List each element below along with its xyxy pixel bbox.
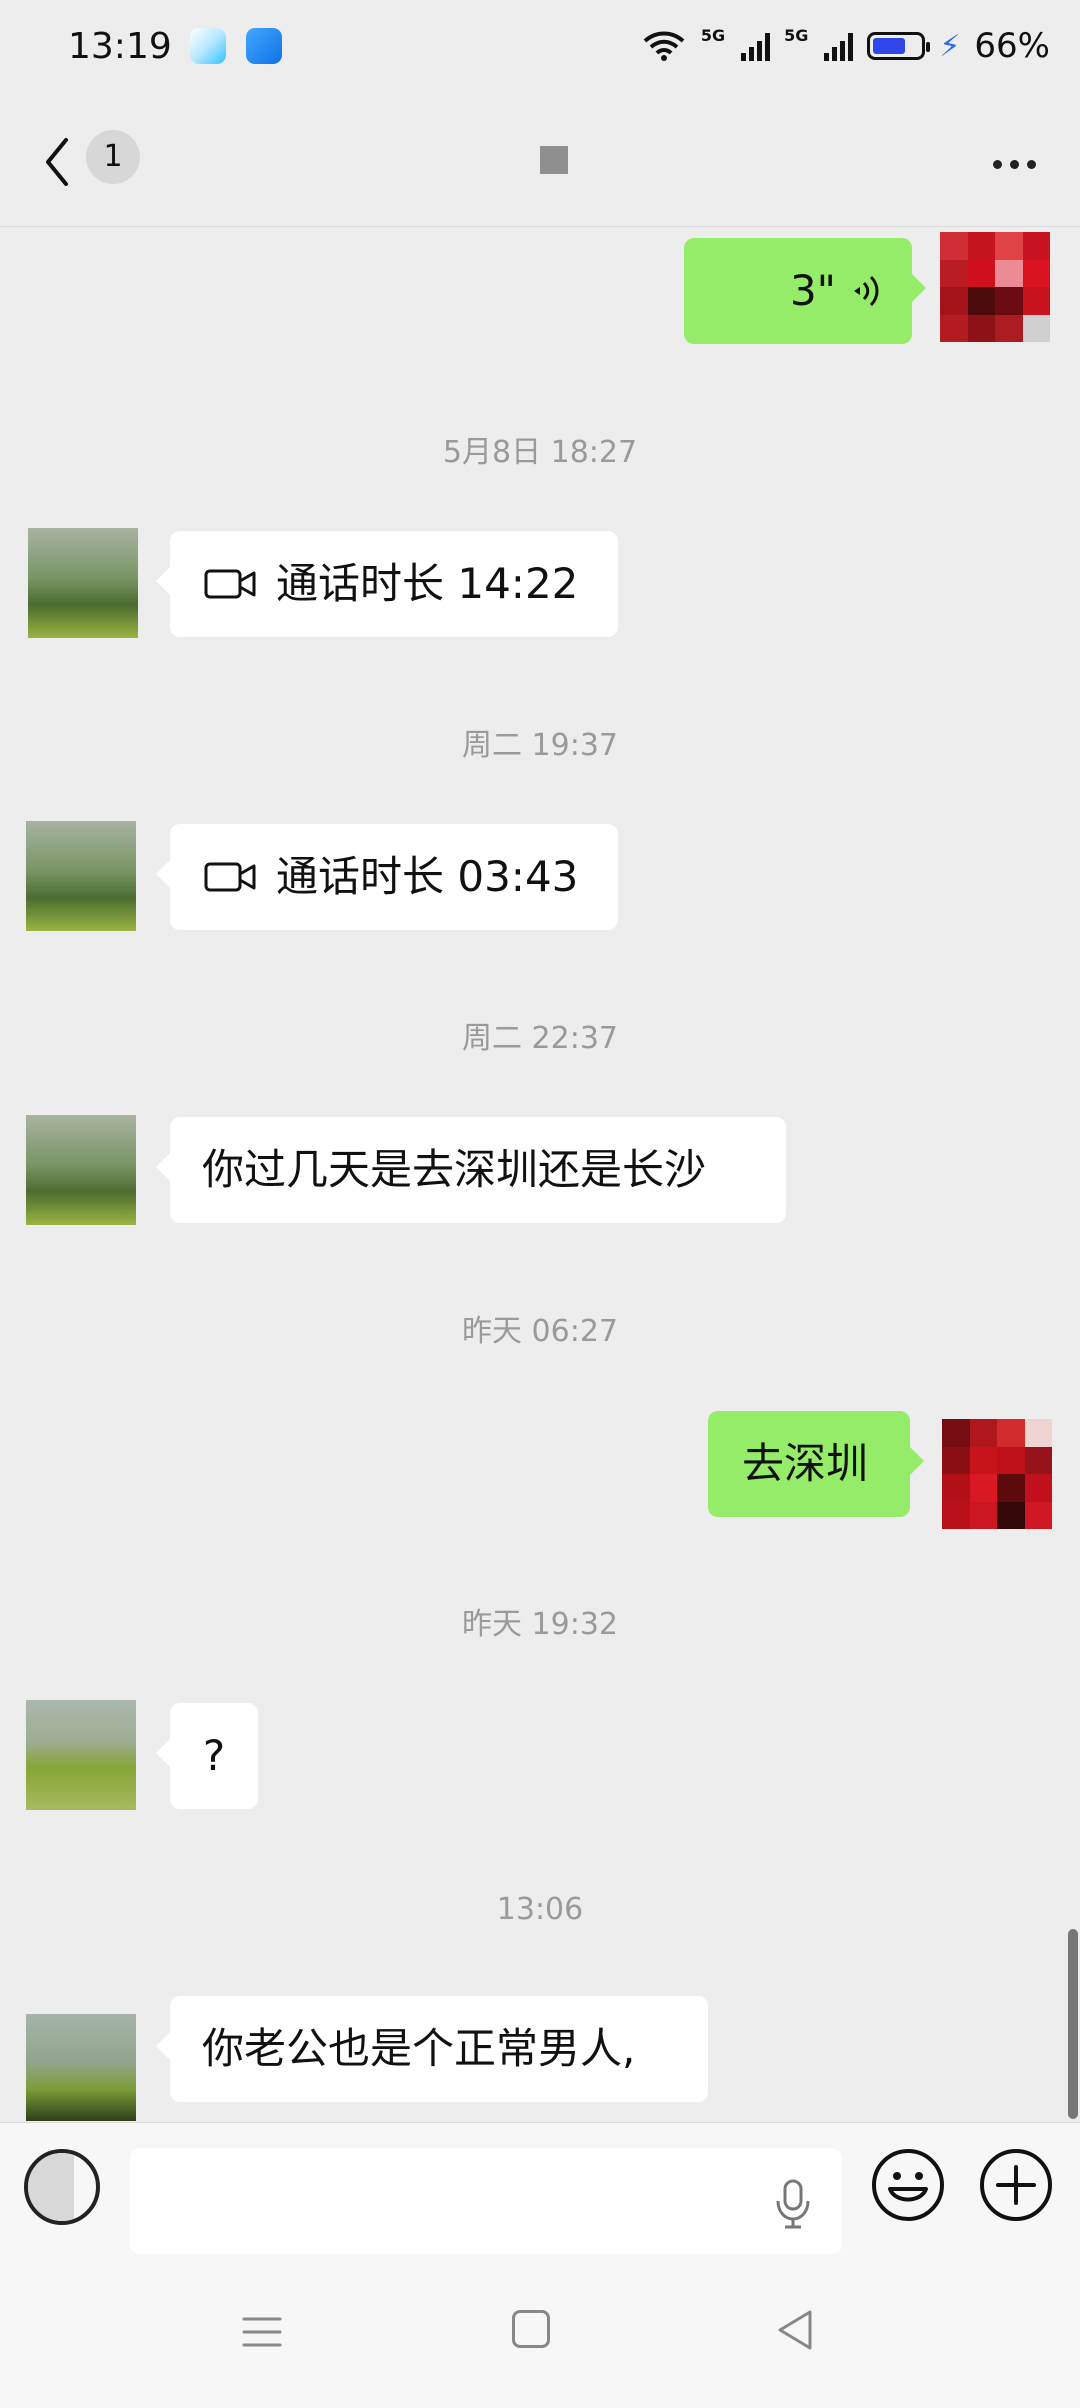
scrollbar[interactable] xyxy=(1068,1929,1078,2119)
message-text: 去深圳 xyxy=(742,1439,869,1488)
outgoing-message[interactable]: 去深圳 xyxy=(708,1411,924,1517)
app-notification-icon xyxy=(190,28,226,64)
message-time: 周二 19:37 xyxy=(462,728,618,763)
contact-avatar[interactable] xyxy=(26,1700,136,1810)
battery-icon xyxy=(867,32,931,60)
nav-back-icon[interactable] xyxy=(776,2308,814,2352)
back-arrow-icon[interactable] xyxy=(38,134,78,190)
contact-avatar[interactable] xyxy=(26,1115,136,1225)
voice-wave-icon xyxy=(854,275,879,307)
home-icon[interactable] xyxy=(512,2310,550,2348)
video-call-record[interactable]: 通话时长 14:22 xyxy=(156,531,618,637)
incoming-message[interactable]: 你过几天是去深圳还是长沙 xyxy=(156,1117,786,1223)
status-time: 13:19 xyxy=(68,26,172,67)
voice-input-button[interactable] xyxy=(24,2149,100,2225)
call-duration-label: 通话时长 14:22 xyxy=(276,559,579,608)
contact-avatar[interactable] xyxy=(26,821,136,931)
video-call-icon xyxy=(204,569,256,599)
battery-percent: 66% xyxy=(974,26,1050,66)
message-input[interactable] xyxy=(130,2148,842,2254)
message-text: 你老公也是个正常男人, xyxy=(202,2024,636,2073)
call-duration-label: 通话时长 03:43 xyxy=(276,852,579,901)
contact-avatar[interactable] xyxy=(26,2014,136,2121)
my-avatar[interactable] xyxy=(942,1419,1052,1529)
more-icon[interactable] xyxy=(993,160,1036,169)
page-title xyxy=(528,146,568,186)
voice-message[interactable]: 3" xyxy=(684,238,926,344)
status-bar: 13:19 5G 5G ⚡ 66% xyxy=(0,0,1080,96)
emoji-icon[interactable] xyxy=(870,2147,946,2223)
contact-avatar[interactable] xyxy=(28,528,138,638)
signal-icon xyxy=(741,31,771,61)
message-time: 13:06 xyxy=(496,1892,584,1927)
plus-icon[interactable] xyxy=(978,2147,1054,2223)
system-nav-bar xyxy=(0,2270,1080,2408)
network-label: 5G xyxy=(784,26,809,45)
message-time: 周二 22:37 xyxy=(462,1021,618,1056)
wifi-icon xyxy=(643,31,685,61)
network-label: 5G xyxy=(700,26,726,45)
recent-apps-icon[interactable] xyxy=(240,2312,284,2352)
unread-badge[interactable]: 1 xyxy=(86,130,140,184)
incoming-message[interactable]: ? xyxy=(156,1703,258,1809)
message-time: 5月8日 18:27 xyxy=(442,435,638,470)
app-notification-icon xyxy=(246,28,282,64)
message-text: ? xyxy=(202,1731,226,1780)
incoming-message[interactable]: 你老公也是个正常男人, xyxy=(156,1996,708,2102)
chat-header: 1 xyxy=(0,96,1080,227)
message-text: 你过几天是去深圳还是长沙 xyxy=(202,1145,707,1194)
message-list[interactable]: 3" 5月8日 18:27 通话时长 14:22 周二 19:37 通话时长 0… xyxy=(0,227,1080,2121)
status-indicators: 5G 5G ⚡ 66% xyxy=(641,26,1050,66)
message-time: 昨天 19:32 xyxy=(462,1607,618,1642)
video-call-icon xyxy=(204,862,256,892)
input-bar xyxy=(0,2122,1080,2271)
my-avatar[interactable] xyxy=(940,232,1050,342)
signal-icon xyxy=(824,31,854,61)
message-time: 昨天 06:27 xyxy=(462,1314,618,1349)
voice-duration: 3" xyxy=(789,266,836,315)
charging-icon: ⚡ xyxy=(939,28,961,64)
microphone-icon[interactable] xyxy=(772,2177,814,2231)
video-call-record[interactable]: 通话时长 03:43 xyxy=(156,824,618,930)
